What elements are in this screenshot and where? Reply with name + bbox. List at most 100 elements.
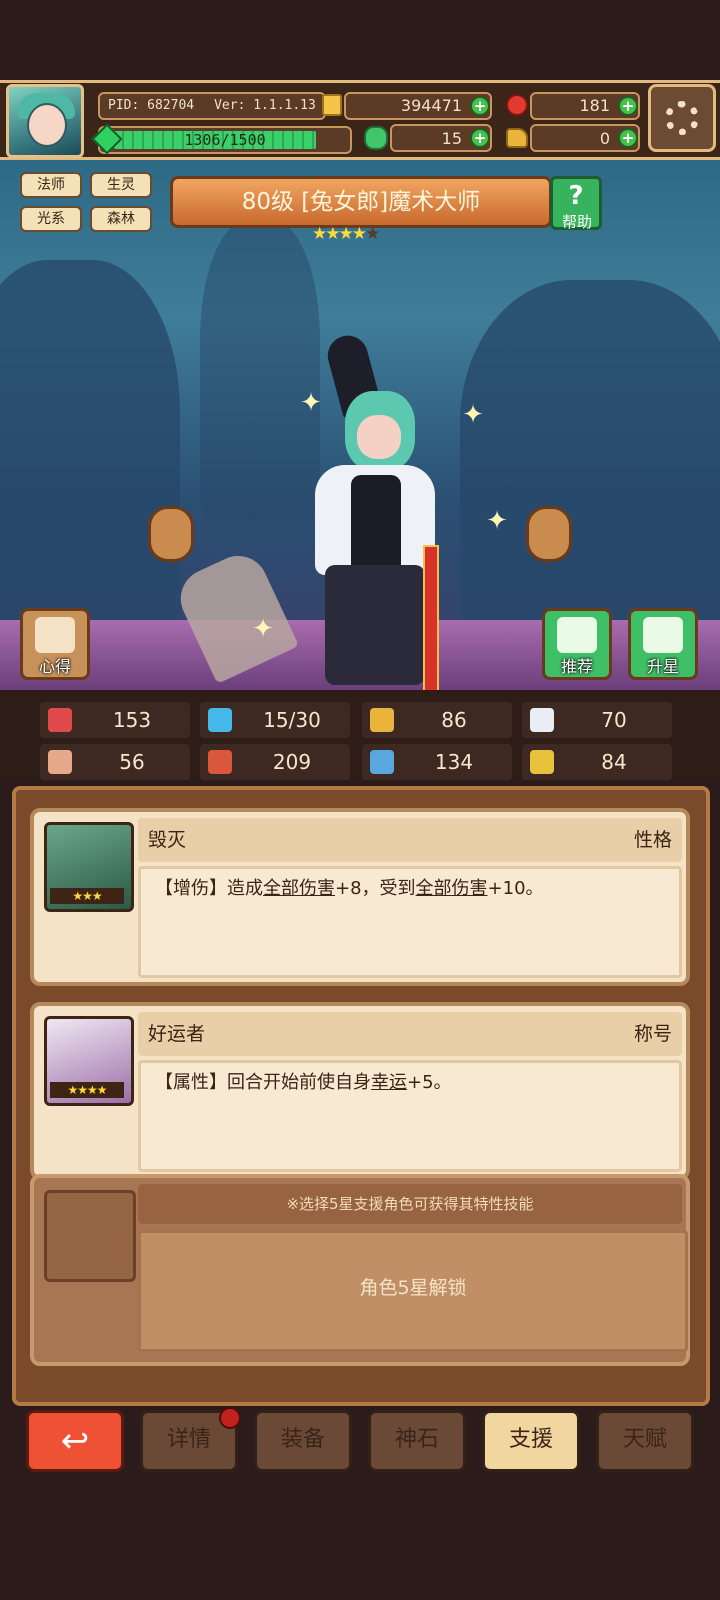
stat-item[interactable]: 86: [362, 702, 512, 738]
stat-item[interactable]: 15/30: [200, 702, 350, 738]
lock-tip: ※选择5星支援角色可获得其特性技能: [138, 1184, 682, 1224]
card-kind: 称号: [633, 1023, 672, 1045]
star-icon-empty: ★: [364, 224, 380, 244]
add-gold-button[interactable]: +: [470, 96, 490, 116]
desc-text: 回合开始前使自身: [227, 1072, 371, 1093]
tab-label: 详情: [166, 1427, 211, 1452]
next-hero-button[interactable]: [526, 506, 572, 562]
card-name: 毁灭: [148, 829, 187, 851]
star-icons-filled: ★★★★: [312, 224, 367, 244]
card-description: 【属性】回合开始前使自身幸运+5。: [138, 1060, 682, 1172]
desc-tag: 【属性】: [155, 1072, 227, 1093]
book-icon: [208, 750, 232, 774]
portrait-stars: ★★★★: [50, 1082, 124, 1098]
stat-item[interactable]: 70: [522, 702, 672, 738]
help-label: 帮助: [561, 213, 592, 231]
stat-value: 15/30: [263, 708, 321, 732]
question-icon: ?: [568, 181, 584, 211]
sparkle-icon: ✦: [486, 506, 508, 536]
add-ruby-button[interactable]: +: [618, 96, 638, 116]
heart-icon: [48, 708, 72, 732]
tree-trunk-back: [200, 220, 320, 520]
key-icon: [506, 128, 528, 148]
star-up-button[interactable]: 升星: [628, 608, 698, 680]
stat-item[interactable]: 134: [362, 744, 512, 780]
tab-label: 装备: [280, 1427, 325, 1452]
tab-support[interactable]: 支援: [482, 1410, 580, 1472]
tag-element: 光系: [20, 206, 82, 232]
stat-value: 70: [601, 708, 627, 732]
horseshoe-icon: [530, 750, 554, 774]
card-header: 好运者 称号: [138, 1012, 682, 1056]
desc-text: +10。: [487, 878, 544, 899]
tree-trunk-right: [460, 280, 720, 640]
desc-tag: 【增伤】: [155, 878, 227, 899]
clover-icon: [364, 126, 388, 150]
fist-icon: [48, 750, 72, 774]
tab-details[interactable]: 详情: [140, 1407, 241, 1472]
gold-coin-icon: [322, 94, 342, 116]
notification-dot: [219, 1407, 241, 1429]
tag-race: 生灵: [90, 172, 152, 198]
stat-item[interactable]: 84: [522, 744, 672, 780]
hero-star-rating: ★★★★★: [312, 224, 408, 244]
tab-talent[interactable]: 天赋: [596, 1410, 694, 1472]
stat-value: 56: [119, 750, 145, 774]
magic-cane: [423, 545, 439, 699]
settings-button[interactable]: [648, 84, 716, 152]
stat-item[interactable]: 56: [40, 744, 190, 780]
tree-trunk-left: [0, 260, 180, 640]
locked-support-slot[interactable]: ※选择5星支援角色可获得其特性技能 角色5星解锁: [30, 1174, 690, 1366]
keyword-link[interactable]: 全部伤害: [416, 878, 488, 899]
player-avatar[interactable]: [6, 84, 84, 158]
add-key-button[interactable]: +: [618, 128, 638, 148]
sparkle-icon: ✦: [252, 614, 274, 644]
shield-icon: [370, 708, 394, 732]
energy-value: 1306/1500: [184, 131, 266, 149]
ruby-icon: [506, 94, 528, 116]
keyword-link[interactable]: 全部伤害: [263, 878, 335, 899]
sparkle-icon: ✦: [462, 400, 484, 430]
boot-icon: [370, 750, 394, 774]
version-text: Ver: 1.1.1.13: [214, 98, 316, 113]
pid-text: PID: 682704: [108, 98, 195, 113]
stat-value: 209: [272, 750, 312, 774]
card-name: 好运者: [148, 1023, 206, 1045]
lock-message: 角色5星解锁: [138, 1230, 688, 1352]
gear-icon: [665, 101, 699, 135]
support-card-title[interactable]: ★★★★ 好运者 称号 【属性】回合开始前使自身幸运+5。: [30, 1002, 690, 1180]
insight-label: 心得: [38, 657, 71, 676]
hero-sprite[interactable]: [305, 331, 445, 699]
tab-label: 天赋: [622, 1427, 667, 1452]
avatar-face: [27, 103, 67, 147]
clover-value: 15: [441, 129, 462, 148]
tab-label: 神石: [394, 1427, 439, 1452]
keyword-link[interactable]: 幸运: [371, 1072, 407, 1093]
empty-slot[interactable]: [44, 1190, 136, 1282]
support-card-personality[interactable]: ★★★ 毁灭 性格 【增伤】造成全部伤害+8，受到全部伤害+10。: [30, 808, 690, 986]
recommend-label: 推荐: [560, 657, 593, 676]
scroll-icon: [35, 617, 75, 653]
insight-button[interactable]: 心得: [20, 608, 90, 680]
thumbs-up-icon: [557, 617, 597, 653]
gold-value: 394471: [400, 96, 462, 115]
stat-item[interactable]: 153: [40, 702, 190, 738]
tab-label: 支援: [508, 1427, 553, 1452]
stat-item[interactable]: 209: [200, 744, 350, 780]
help-button[interactable]: ? 帮助: [550, 176, 602, 231]
desc-text: 造成: [227, 878, 263, 899]
star-badge-icon: [643, 617, 683, 653]
prev-hero-button[interactable]: [148, 506, 194, 562]
back-button[interactable]: ↩: [26, 1410, 124, 1472]
portrait-stars: ★★★: [50, 888, 124, 904]
card-description: 【增伤】造成全部伤害+8，受到全部伤害+10。: [138, 866, 682, 978]
tab-godstone[interactable]: 神石: [368, 1410, 466, 1472]
recommend-button[interactable]: 推荐: [542, 608, 612, 680]
stat-value: 86: [441, 708, 467, 732]
back-arrow-icon: ↩: [60, 1421, 90, 1461]
hero-legs: [325, 565, 425, 685]
hero-title: 80级 [兔女郎]魔术大师: [170, 176, 552, 228]
tab-equipment[interactable]: 装备: [254, 1410, 352, 1472]
add-clover-button[interactable]: +: [470, 128, 490, 148]
ruby-value: 181: [579, 96, 610, 115]
